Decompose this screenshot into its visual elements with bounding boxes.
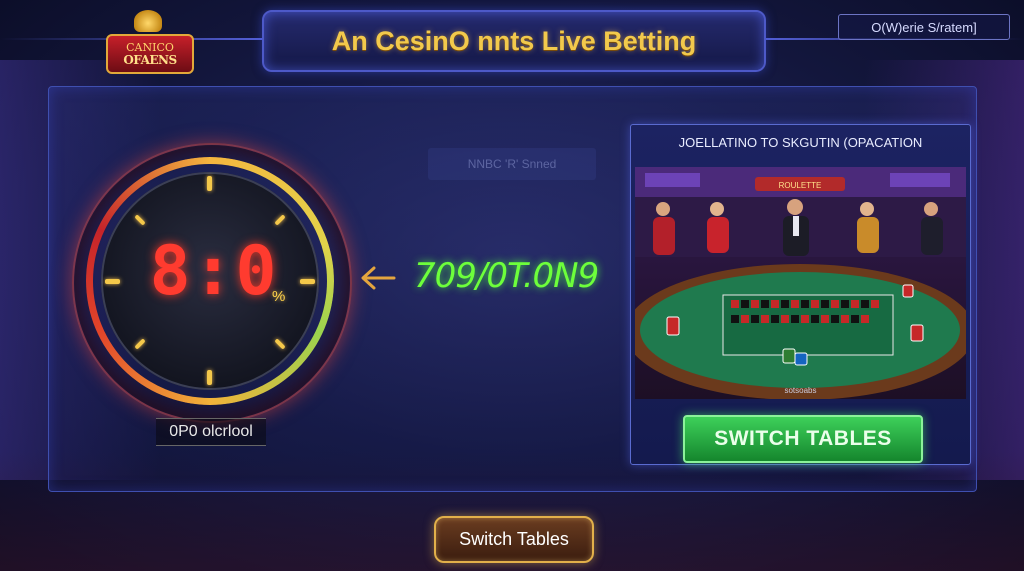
table-card-title: JOELLATINO TO SKGUTIN (OPACATION — [678, 134, 923, 150]
table-caption: sotsoabs — [784, 386, 817, 395]
title-bar: An CesinO nnts Live Betting — [262, 10, 766, 72]
dial-tick-top — [207, 176, 212, 191]
page-title: An CesinO nnts Live Betting — [331, 25, 697, 56]
dial-tick-right — [300, 279, 315, 284]
live-table-card: JOELLATINO TO SKGUTIN (OPACATION ROULETT… — [630, 124, 971, 465]
crown-icon — [134, 10, 162, 32]
casino-logo[interactable]: CANICO OFAENS — [104, 10, 194, 74]
background-sign: NNBC 'R' Snned — [428, 148, 596, 180]
timer-label: 0P0 olcrlool — [156, 418, 266, 446]
logo-text-top: CANICO — [126, 40, 174, 54]
timer-unit: % — [272, 288, 286, 305]
switch-tables-button-footer[interactable]: Switch Tables — [434, 516, 594, 563]
dial-tick-bottom — [207, 370, 212, 385]
roulette-sign-text: ROULETTE — [779, 181, 822, 190]
system-status-label[interactable]: O(W)erie S/ratem] — [838, 14, 1010, 40]
live-odds-readout: 709/0T.0N9 — [414, 256, 599, 296]
logo-plate: CANICO OFAENS — [106, 34, 194, 74]
roulette-scene-illustration: ROULETTE — [635, 167, 966, 399]
switch-tables-button-primary[interactable]: SWITCH TABLES — [683, 415, 923, 463]
dial-tick-left — [105, 279, 120, 284]
live-roulette-table-image[interactable]: ROULETTE — [635, 167, 966, 399]
logo-text-bottom: OFAENS — [123, 52, 177, 67]
arrow-left-icon — [361, 266, 396, 290]
